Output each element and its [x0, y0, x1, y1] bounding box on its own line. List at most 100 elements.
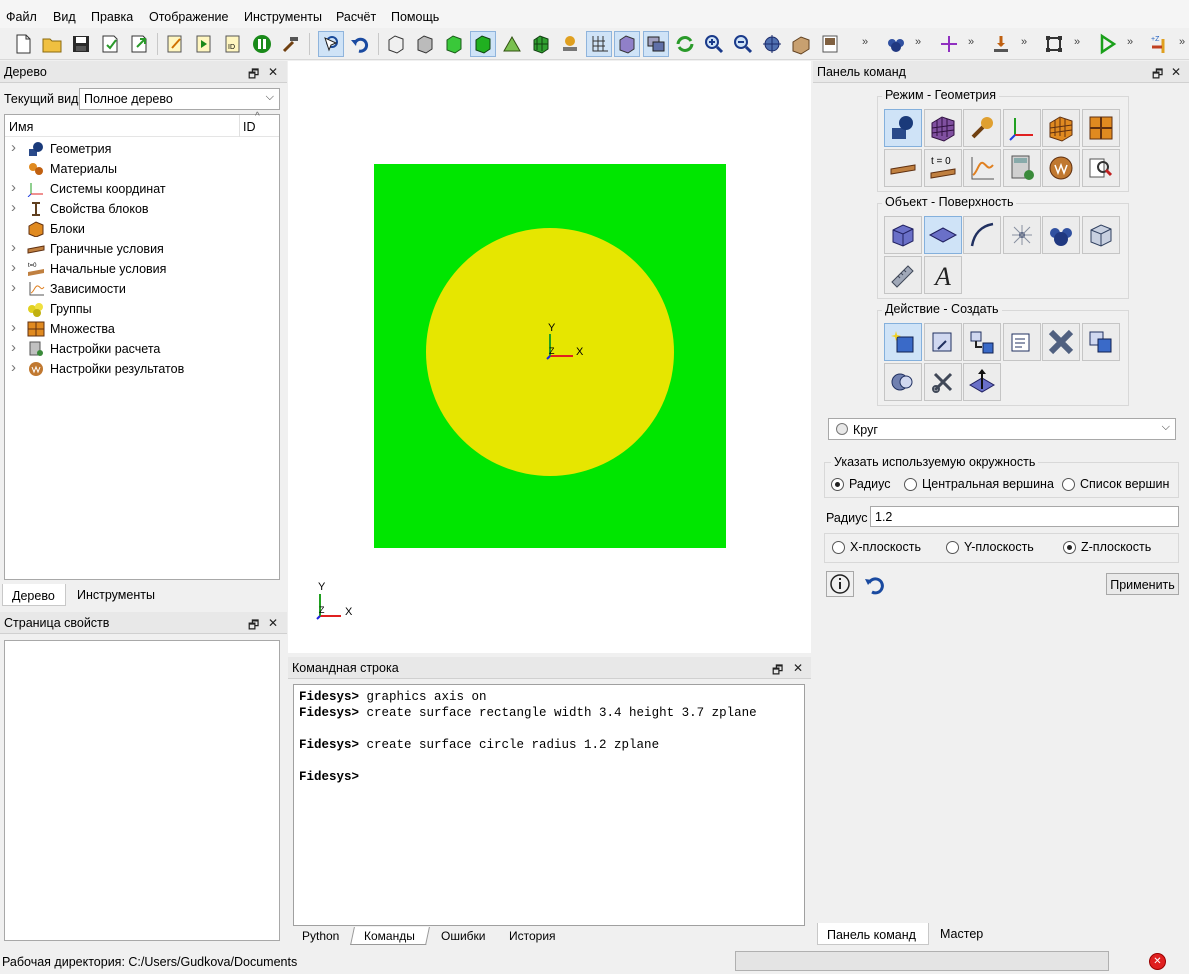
radius-input[interactable] — [870, 506, 1179, 527]
menu-view[interactable]: Вид — [53, 10, 76, 24]
tree-item[interactable]: › Настройки расчета — [5, 339, 279, 359]
probe-icon[interactable] — [557, 31, 583, 57]
circle-spec-radio-label[interactable]: Радиус — [849, 477, 891, 491]
undo-icon[interactable] — [347, 31, 373, 57]
close-icon[interactable]: ✕ — [268, 616, 278, 630]
wireframe-icon[interactable] — [383, 31, 409, 57]
column-id[interactable]: ID — [243, 120, 256, 134]
edit-script-icon[interactable] — [162, 31, 188, 57]
console-output[interactable]: Fidesys> graphics axis on Fidesys> create… — [293, 684, 805, 926]
modify-button[interactable] — [924, 323, 962, 361]
shaded-icon[interactable] — [441, 31, 467, 57]
delete-button[interactable] — [1042, 323, 1080, 361]
bounding-box-icon[interactable] — [614, 31, 640, 57]
calc-settings-mode-button[interactable] — [1003, 149, 1041, 187]
properties-button[interactable] — [1003, 323, 1041, 361]
tab-history[interactable]: История — [509, 929, 556, 943]
view-box-icon[interactable] — [788, 31, 814, 57]
circle-spec-radio-2[interactable] — [1062, 478, 1075, 491]
chevron-right-icon[interactable]: › — [11, 279, 16, 296]
new-file-icon[interactable] — [10, 31, 36, 57]
save-icon[interactable] — [68, 31, 94, 57]
fit-view-icon[interactable] — [759, 31, 785, 57]
tab-python[interactable]: Python — [302, 929, 339, 943]
tree-item[interactable]: › t=0 Начальные условия — [5, 259, 279, 279]
open-folder-icon[interactable] — [39, 31, 65, 57]
dependency-mode-button[interactable] — [963, 149, 1001, 187]
smooth-shaded-icon[interactable] — [470, 31, 496, 57]
tab-wizard[interactable]: Мастер — [940, 927, 983, 941]
plane-radio-2[interactable] — [1063, 541, 1076, 554]
close-icon[interactable]: ✕ — [793, 661, 803, 675]
vertex-button[interactable] — [1003, 216, 1041, 254]
chevron-right-icon[interactable]: › — [11, 339, 16, 356]
tree-item[interactable]: Материалы — [5, 159, 279, 179]
tree-item[interactable]: › Множества — [5, 319, 279, 339]
chevron-right-icon[interactable]: › — [11, 139, 16, 156]
body-button[interactable] — [1082, 216, 1120, 254]
copy-button[interactable] — [1082, 323, 1120, 361]
sweep-button[interactable] — [963, 363, 1001, 401]
split-button[interactable] — [924, 363, 962, 401]
text-button[interactable]: A — [924, 256, 962, 294]
crosshair-icon[interactable] — [936, 31, 962, 57]
graphics-viewport[interactable]: X Y Z X Y Z — [288, 61, 811, 653]
reset-button[interactable] — [863, 573, 887, 597]
tree-item[interactable]: › Зависимости — [5, 279, 279, 299]
curve-button[interactable] — [963, 216, 1001, 254]
float-icon[interactable]: 🗗 — [248, 65, 259, 86]
surface-button[interactable] — [924, 216, 962, 254]
run-icon[interactable] — [1094, 31, 1120, 57]
menu-help[interactable]: Помощь — [391, 10, 439, 24]
float-icon[interactable]: 🗗 — [772, 661, 783, 682]
results-mode-button[interactable] — [1042, 149, 1080, 187]
node-select-icon[interactable] — [1041, 31, 1067, 57]
plane-radio-1[interactable] — [946, 541, 959, 554]
axis-display-icon[interactable] — [586, 31, 612, 57]
hidden-line-icon[interactable] — [412, 31, 438, 57]
chevron-right-icon[interactable]: › — [11, 179, 16, 196]
float-icon[interactable]: 🗗 — [248, 616, 259, 637]
column-name[interactable]: Имя — [9, 120, 33, 134]
tree-item[interactable]: › Геометрия — [5, 139, 279, 159]
tab-command-panel[interactable]: Панель команд — [817, 923, 929, 945]
bc-mode-button[interactable] — [884, 149, 922, 187]
plane-radio-label[interactable]: Z-плоскость — [1081, 540, 1151, 554]
tree-item[interactable]: › Свойства блоков — [5, 199, 279, 219]
menu-file[interactable]: Файл — [6, 10, 37, 24]
shape-select[interactable]: Круг ⌵ — [828, 418, 1176, 440]
geometry-mode-button[interactable] — [884, 109, 922, 147]
menu-calc[interactable]: Расчёт — [336, 10, 376, 24]
pause-icon[interactable] — [249, 31, 275, 57]
error-icon[interactable]: ✕ — [1149, 953, 1166, 970]
chevron-right-icon[interactable]: › — [11, 319, 16, 336]
material-mode-button[interactable] — [963, 109, 1001, 147]
tree-item[interactable]: › Системы координат — [5, 179, 279, 199]
tree-item[interactable]: › Настройки результатов — [5, 359, 279, 379]
menu-edit[interactable]: Правка — [91, 10, 133, 24]
menu-display[interactable]: Отображение — [149, 10, 228, 24]
select-mode-icon[interactable] — [318, 31, 344, 57]
mesh-mode-button[interactable] — [924, 109, 962, 147]
create-button[interactable] — [884, 323, 922, 361]
save-as-icon[interactable] — [97, 31, 123, 57]
zoom-out-icon[interactable] — [730, 31, 756, 57]
tree-item[interactable]: Группы — [5, 299, 279, 319]
zoom-in-icon[interactable] — [701, 31, 727, 57]
chevron-right-icon[interactable]: › — [11, 259, 16, 276]
transform-button[interactable] — [963, 323, 1001, 361]
apply-button[interactable]: Применить — [1106, 573, 1179, 595]
circle-spec-radio-1[interactable] — [904, 478, 917, 491]
chevron-right-icon[interactable]: › — [11, 239, 16, 256]
tab-tree[interactable]: Дерево — [2, 584, 66, 606]
group-button[interactable] — [1042, 216, 1080, 254]
blocks-mode-button[interactable] — [1042, 109, 1080, 147]
chevron-right-icon[interactable]: › — [11, 199, 16, 216]
plane-radio-0[interactable] — [832, 541, 845, 554]
id-script-icon[interactable]: ID — [220, 31, 246, 57]
tab-commands[interactable]: Команды — [364, 929, 415, 943]
close-icon[interactable]: ✕ — [1171, 65, 1181, 79]
circle-spec-radio-0[interactable] — [831, 478, 844, 491]
window-icon[interactable] — [643, 31, 669, 57]
view-select[interactable]: Полное дерево ⌵ — [79, 88, 280, 110]
